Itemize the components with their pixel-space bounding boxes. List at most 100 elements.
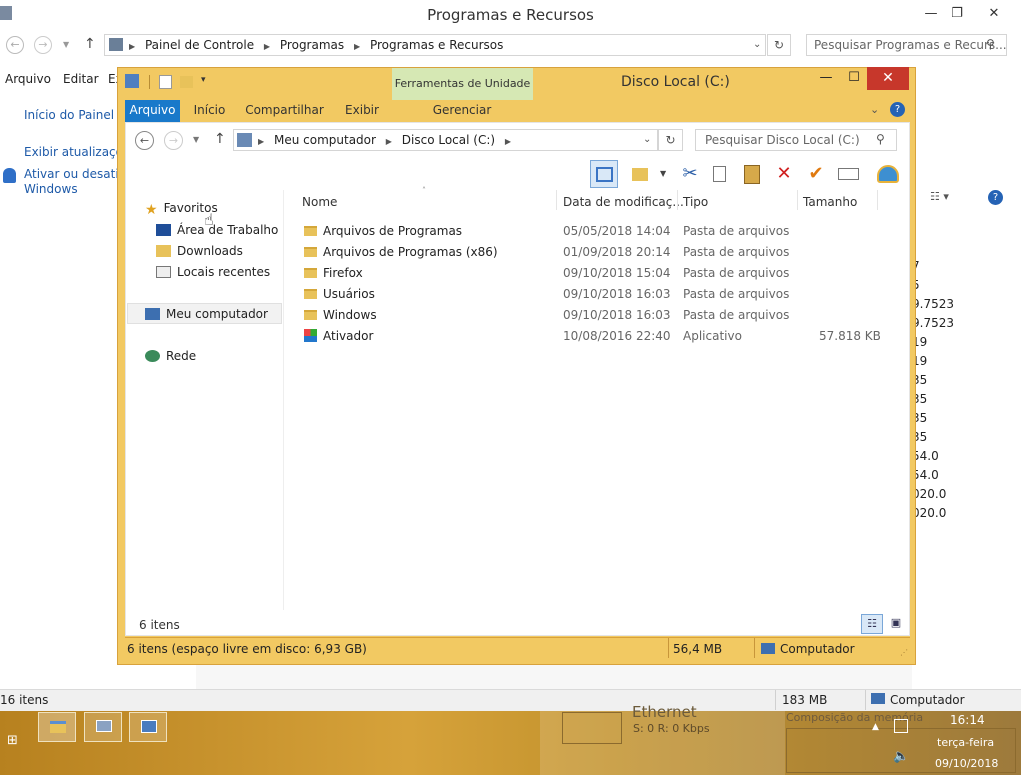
menu-arquivo[interactable]: Arquivo	[5, 72, 51, 86]
resize-grip-icon[interactable]: ⋰	[900, 648, 908, 657]
minimize-button[interactable]: —	[812, 70, 840, 85]
file-row[interactable]: Firefox 09/10/2018 15:04 Pasta de arquiv…	[300, 262, 895, 283]
rename-button[interactable]: ✔	[802, 160, 830, 188]
tab-gerenciar[interactable]: Gerenciar	[428, 100, 496, 122]
clock-weekday[interactable]: terça-feira	[937, 736, 994, 749]
properties-icon	[838, 168, 859, 180]
volume-icon[interactable]: 🔈	[893, 749, 909, 764]
folder-options-button[interactable]	[626, 160, 654, 188]
tab-exibir[interactable]: Exibir	[337, 100, 387, 122]
copy-button[interactable]	[706, 160, 734, 188]
details-view-button[interactable]: ☷	[861, 614, 883, 634]
breadcrumb-item[interactable]: Painel de Controle	[145, 35, 254, 55]
view-options-icon[interactable]: ☷ ▾	[930, 190, 949, 203]
tab-arquivo[interactable]: Arquivo	[125, 100, 180, 122]
folder-icon	[304, 268, 317, 278]
windows-features-link-line2[interactable]: Windows	[24, 182, 78, 197]
nav-locais-recentes[interactable]: Locais recentes	[156, 265, 270, 279]
search-icon[interactable]: ⚲	[986, 37, 995, 51]
properties-button[interactable]	[834, 160, 862, 188]
column-header-name[interactable]: Nome	[302, 195, 337, 209]
forward-button[interactable]: →	[164, 131, 183, 150]
tab-compartilhar[interactable]: Compartilhar	[243, 100, 326, 122]
qat-dropdown-icon[interactable]: ▾	[201, 75, 206, 85]
taskbar-explorer-button[interactable]	[38, 712, 76, 742]
delete-button[interactable]: ✕	[770, 160, 798, 188]
file-row[interactable]: Windows 09/10/2018 16:03 Pasta de arquiv…	[300, 304, 895, 325]
file-row[interactable]: Arquivos de Programas (x86) 01/09/2018 2…	[300, 241, 895, 262]
status-size: 183 MB	[782, 693, 828, 707]
copy-icon	[713, 166, 726, 182]
file-row[interactable]: Usuários 09/10/2018 16:03 Pasta de arqui…	[300, 283, 895, 304]
forward-button[interactable]: →	[34, 36, 52, 54]
up-button[interactable]: ↑	[214, 131, 226, 147]
restore-button[interactable]: ❐	[940, 3, 974, 25]
network-graph-icon	[562, 712, 622, 744]
version-column	[912, 190, 1021, 690]
search-input[interactable]: Pesquisar Disco Local (C:)	[695, 129, 897, 151]
shell-icon	[877, 165, 899, 183]
breadcrumb-item[interactable]: Programas e Recursos	[370, 35, 503, 55]
nav-downloads[interactable]: Downloads	[156, 244, 243, 258]
chevron-down-icon[interactable]: ⌄	[643, 134, 651, 145]
breadcrumb-item[interactable]: Meu computador	[274, 130, 376, 150]
version-value: 9.7523	[912, 297, 954, 311]
nav-area-de-trabalho[interactable]: Área de Trabalho	[156, 223, 278, 237]
recent-dropdown-icon[interactable]: ▼	[63, 40, 69, 49]
column-header-date[interactable]: Data de modificaç...	[563, 195, 684, 209]
address-bar[interactable]: ▶ Painel de Controle ▶ Programas ▶ Progr…	[104, 34, 766, 56]
file-date: 09/10/2018 15:04	[563, 266, 671, 280]
network-title: Ethernet	[632, 703, 697, 721]
nav-meu-computador[interactable]: Meu computador	[145, 307, 268, 321]
shell-button[interactable]	[874, 160, 902, 188]
search-icon[interactable]: ⚲	[876, 132, 885, 146]
file-row[interactable]: Ativador 10/08/2016 22:40 Aplicativo 57.…	[300, 325, 895, 346]
chevron-down-icon[interactable]: ▼	[660, 169, 666, 178]
chevron-down-icon[interactable]: ⌄	[753, 39, 761, 50]
column-divider[interactable]	[797, 190, 798, 210]
start-button-icon[interactable]: ⊞	[7, 734, 21, 748]
help-icon[interactable]: ?	[890, 102, 905, 117]
address-bar[interactable]: ▶ Meu computador ▶ Disco Local (C:) ▶ ⌄	[233, 129, 658, 151]
taskbar-control-panel-button[interactable]	[129, 712, 167, 742]
help-icon[interactable]: ?	[988, 190, 1003, 205]
up-button[interactable]: ↑	[84, 36, 96, 52]
clock-date[interactable]: 09/10/2018	[935, 757, 998, 770]
column-header-size[interactable]: Tamanho	[803, 195, 857, 209]
explorer-app-icon	[125, 74, 139, 88]
refresh-button[interactable]: ↻	[658, 129, 683, 151]
back-button[interactable]: ←	[6, 36, 24, 54]
preview-pane-button[interactable]	[590, 160, 618, 188]
column-divider[interactable]	[877, 190, 878, 210]
recent-dropdown-icon[interactable]: ▼	[193, 135, 199, 144]
maximize-button[interactable]: ☐	[840, 70, 868, 85]
paste-button[interactable]	[738, 160, 766, 188]
network-tray-icon[interactable]	[894, 719, 908, 733]
downloads-icon	[156, 245, 171, 257]
properties-icon[interactable]	[159, 75, 172, 89]
file-type: Pasta de arquivos	[683, 287, 790, 301]
file-row[interactable]: Arquivos de Programas 05/05/2018 14:04 P…	[300, 220, 895, 241]
column-divider[interactable]	[556, 190, 557, 210]
close-button[interactable]: ✕	[977, 3, 1011, 25]
folder-icon	[304, 226, 317, 236]
search-input[interactable]: Pesquisar Programas e Recurs...	[806, 34, 1007, 56]
cut-button[interactable]: ✂	[676, 160, 704, 188]
breadcrumb-item[interactable]: Disco Local (C:)	[402, 130, 495, 150]
show-hidden-icons-icon[interactable]: ▲	[872, 722, 879, 732]
new-folder-icon[interactable]	[180, 76, 193, 88]
breadcrumb-item[interactable]: Programas	[280, 35, 344, 55]
menu-editar[interactable]: Editar	[63, 72, 99, 86]
chevron-down-icon[interactable]: ⌄	[870, 103, 879, 116]
clock-time[interactable]: 16:14	[950, 713, 985, 727]
taskbar-monitor-button[interactable]	[84, 712, 122, 742]
close-button[interactable]: ✕	[867, 67, 909, 90]
column-divider[interactable]	[677, 190, 678, 210]
file-name: Arquivos de Programas	[323, 224, 463, 238]
nav-rede[interactable]: Rede	[145, 349, 196, 363]
refresh-button[interactable]: ↻	[767, 34, 791, 56]
tab-inicio[interactable]: Início	[187, 100, 232, 122]
column-header-type[interactable]: Tipo	[683, 195, 708, 209]
large-icons-view-button[interactable]: ▣	[885, 614, 907, 634]
back-button[interactable]: ←	[135, 131, 154, 150]
